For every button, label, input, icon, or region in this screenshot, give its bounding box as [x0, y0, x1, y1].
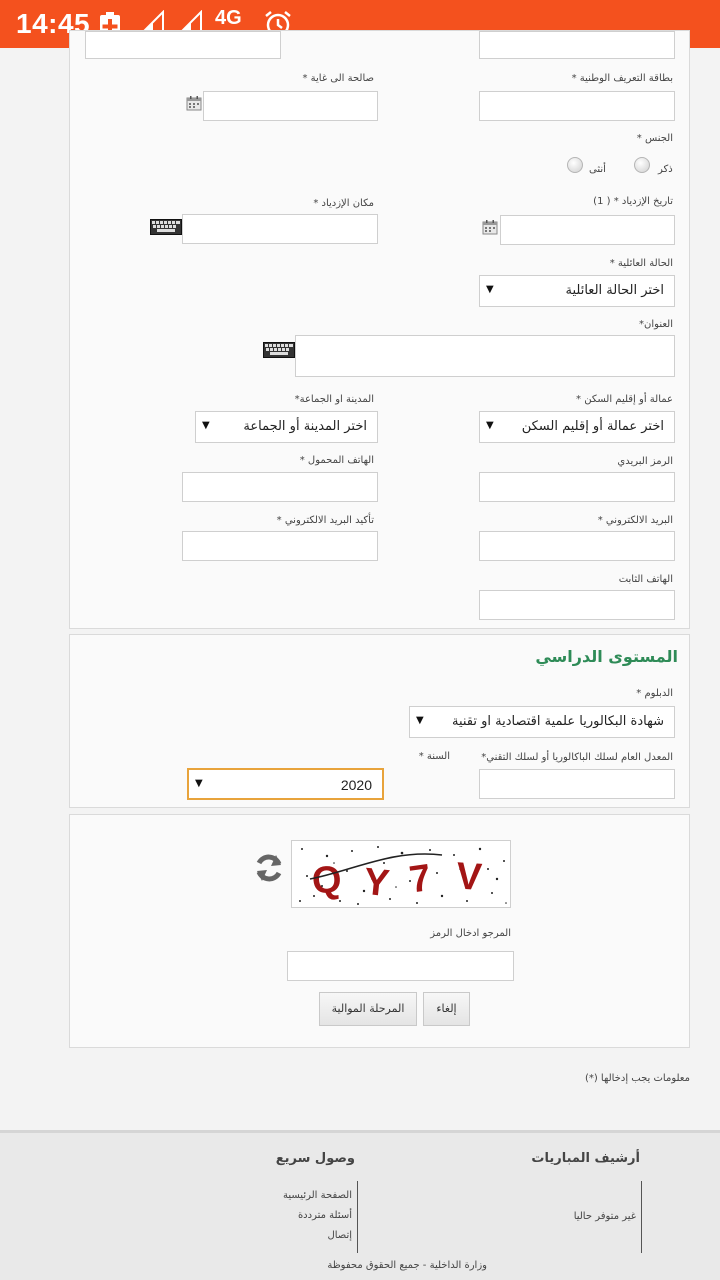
quick-access-title: وصول سريع [275, 1151, 355, 1166]
mobile-label: الهاتف المحمول * [299, 455, 374, 466]
captcha-text: Q Y 7 V [311, 855, 484, 905]
education-panel: المستوى الدراسي الدبلوم * شهادة البكالور… [69, 634, 690, 808]
previous-field-left[interactable] [85, 31, 281, 59]
required-fields-note: معلومات يجب إدخالها (*) [584, 1073, 690, 1084]
prefecture-value: اختر عمالة أو إقليم السكن [521, 419, 664, 434]
expiry-label: صالحة الى غاية * [302, 73, 374, 84]
email-label: البريد الالكتروني * [597, 515, 673, 526]
gender-male-radio[interactable] [634, 157, 650, 173]
refresh-icon[interactable] [252, 851, 286, 885]
dropdown-arrow-icon: ▼ [486, 420, 494, 431]
email-input[interactable] [479, 531, 675, 561]
archive-text: غير متوفر حاليا [573, 1211, 636, 1222]
keyboard-icon[interactable] [263, 342, 295, 358]
address-textarea[interactable] [295, 335, 675, 377]
postal-code-input[interactable] [479, 472, 675, 502]
diploma-label: الدبلوم * [636, 688, 673, 699]
marital-status-value: اختر الحالة العائلية [565, 283, 664, 298]
gender-label: الجنس * [636, 133, 673, 144]
gender-female-radio[interactable] [567, 157, 583, 173]
captcha-panel: Q Y 7 V المرجو ادخال الرمز إلغاء المرحلة… [69, 814, 690, 1048]
landline-label: الهاتف الثابت [618, 574, 673, 585]
captcha-input[interactable] [287, 951, 514, 981]
education-section-title: المستوى الدراسي [535, 647, 678, 666]
prefecture-label: عمالة أو إقليم السكن * [576, 394, 673, 405]
captcha-prompt-label: المرجو ادخال الرمز [430, 928, 511, 939]
city-value: اختر المدينة أو الجماعة [243, 419, 367, 434]
address-label: العنوان* [639, 319, 673, 330]
expiry-input[interactable] [203, 91, 378, 121]
gender-female-label: أنثى [589, 164, 606, 175]
city-label: المدينة او الجماعة* [294, 394, 374, 405]
birth-date-label: تاريخ الإزدياد * ( 1) [593, 196, 673, 207]
svg-text:Q: Q [311, 859, 343, 903]
average-label: المعدل العام لسلك الباكالوريا أو لسلك ال… [481, 752, 673, 763]
diploma-value: شهادة البكالوريا علمية اقتصادية او تقنية [451, 714, 664, 729]
captcha-image: Q Y 7 V [291, 840, 511, 908]
marital-status-label: الحالة العائلية * [609, 258, 673, 269]
footer: أرشيف المباريات غير متوفر حاليا وصول سري… [0, 1130, 720, 1280]
svg-text:V: V [455, 855, 484, 899]
dropdown-arrow-icon: ▼ [202, 420, 210, 431]
cin-label: بطاقة التعريف الوطنية * [571, 73, 673, 84]
mobile-input[interactable] [182, 472, 378, 502]
network-type: 4G [215, 7, 242, 29]
year-label: السنة * [418, 751, 450, 762]
gender-male-label: ذكر [658, 164, 673, 175]
footer-link-contact[interactable]: إتصال [327, 1230, 352, 1241]
copyright: وزارة الداخلية - جميع الحقوق محفوظة [327, 1260, 487, 1271]
dropdown-arrow-icon: ▼ [195, 778, 203, 789]
footer-link-home[interactable]: الصفحة الرئيسية [283, 1190, 352, 1201]
dropdown-arrow-icon: ▼ [416, 715, 424, 726]
cancel-button[interactable]: إلغاء [423, 992, 470, 1026]
postal-code-label: الرمز البريدي [617, 456, 673, 467]
year-select[interactable]: 2020 ▼ [187, 768, 384, 800]
city-select[interactable]: اختر المدينة أو الجماعة ▼ [195, 411, 378, 443]
email-confirm-label: تأكيد البريد الالكتروني * [276, 515, 374, 526]
svg-text:Y: Y [362, 861, 392, 905]
birth-date-input[interactable] [500, 215, 675, 245]
keyboard-icon[interactable] [150, 219, 182, 235]
landline-input[interactable] [479, 590, 675, 620]
birth-place-label: مكان الإزدياد * [313, 198, 374, 209]
marital-status-select[interactable]: اختر الحالة العائلية ▼ [479, 275, 675, 307]
year-value: 2020 [340, 777, 372, 793]
calendar-icon[interactable] [482, 219, 498, 235]
footer-divider [641, 1181, 642, 1253]
calendar-icon[interactable] [186, 95, 202, 111]
prefecture-select[interactable]: اختر عمالة أو إقليم السكن ▼ [479, 411, 675, 443]
svg-text:7: 7 [407, 857, 434, 902]
archive-title: أرشيف المباريات [531, 1151, 640, 1166]
footer-divider [357, 1181, 358, 1253]
birth-place-input[interactable] [182, 214, 378, 244]
diploma-select[interactable]: شهادة البكالوريا علمية اقتصادية او تقنية… [409, 706, 675, 738]
previous-field-right[interactable] [479, 31, 675, 59]
average-input[interactable] [479, 769, 675, 799]
personal-info-panel: صالحة الى غاية * بطاقة التعريف الوطنية *… [69, 30, 690, 629]
cin-input[interactable] [479, 91, 675, 121]
next-step-button[interactable]: المرحلة الموالية [319, 992, 417, 1026]
dropdown-arrow-icon: ▼ [486, 284, 494, 295]
footer-link-faq[interactable]: أسئلة مترددة [298, 1210, 352, 1221]
email-confirm-input[interactable] [182, 531, 378, 561]
